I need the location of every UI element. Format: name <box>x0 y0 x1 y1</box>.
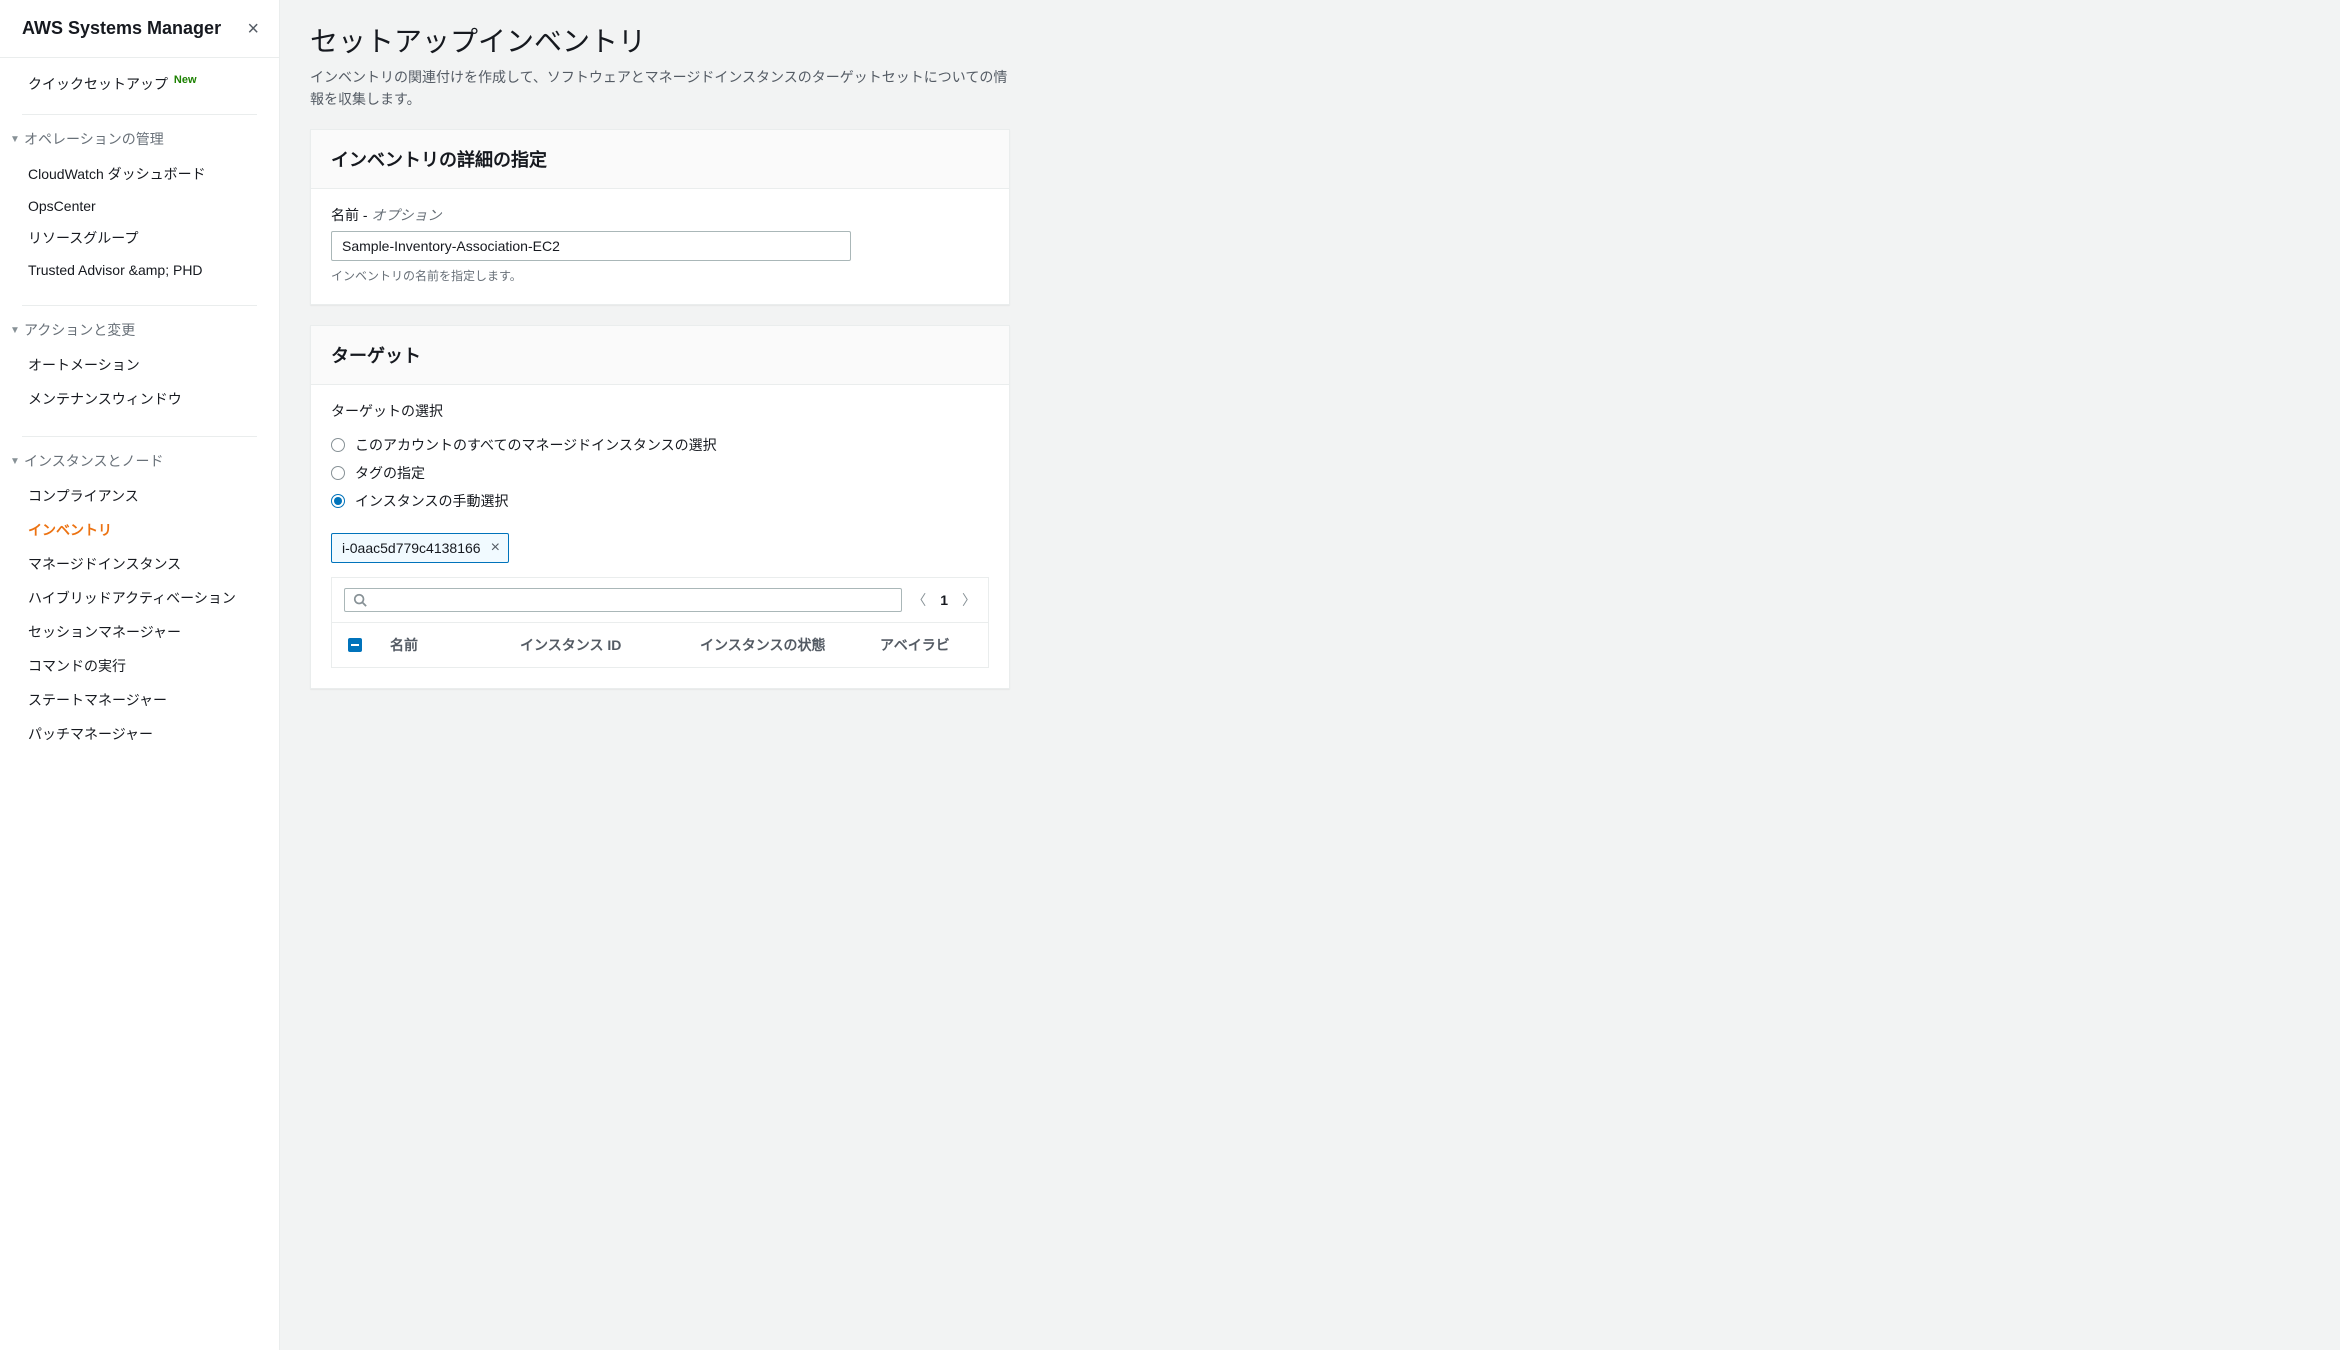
sidebar-item-session-manager[interactable]: セッションマネージャー <box>0 615 279 649</box>
name-field-hint: インベントリの名前を指定します。 <box>331 261 989 284</box>
pager-page-number: 1 <box>940 592 948 608</box>
main-content: セットアップインベントリ インベントリの関連付けを作成して、ソフトウェアとマネー… <box>280 0 2340 1350</box>
target-radio-group: このアカウントのすべてのマネージドインスタンスの選択 タグの指定 インスタンスの… <box>331 427 989 515</box>
page-title: セットアップインベントリ <box>310 20 1010 66</box>
th-instance-id[interactable]: インスタンス ID <box>508 623 688 667</box>
caret-down-icon: ▼ <box>10 325 24 336</box>
nav-group-label: アクションと変更 <box>24 320 135 340</box>
nav-group-header-ops[interactable]: ▼ オペレーションの管理 <box>0 125 279 157</box>
nav-group-header-instances[interactable]: ▼ インスタンスとノード <box>0 447 279 479</box>
instance-search-input[interactable] <box>344 588 902 612</box>
sidebar-item-patch-manager[interactable]: パッチマネージャー <box>0 717 279 751</box>
sidebar-title: AWS Systems Manager <box>22 18 221 39</box>
nav-group-label: インスタンスとノード <box>24 451 163 471</box>
sidebar-item-run-command[interactable]: コマンドの実行 <box>0 649 279 683</box>
quick-setup-label: クイックセットアップ <box>28 76 168 92</box>
sidebar-item-maintenance-window[interactable]: メンテナンスウィンドウ <box>0 382 279 416</box>
panel-targets: ターゲット ターゲットの選択 このアカウントのすべてのマネージドインスタンスの選… <box>310 325 1010 689</box>
th-name[interactable]: 名前 <box>378 623 508 667</box>
instance-table-header: 名前 インスタンス ID インスタンスの状態 アベイラビ <box>332 622 988 667</box>
sidebar-header: AWS Systems Manager × <box>0 0 279 58</box>
indeterminate-check-icon <box>348 638 362 652</box>
radio-icon <box>331 494 345 508</box>
pager-prev-icon[interactable]: 〈 <box>912 590 926 610</box>
nav-group-label: オペレーションの管理 <box>24 129 164 149</box>
radio-manual-instance[interactable]: インスタンスの手動選択 <box>331 487 989 515</box>
panel-inventory-details: インベントリの詳細の指定 名前 - オプション インベントリの名前を指定します。 <box>310 129 1010 305</box>
sidebar-item-cloudwatch[interactable]: CloudWatch ダッシュボード <box>0 157 279 191</box>
sidebar-item-opscenter[interactable]: OpsCenter <box>0 191 279 221</box>
remove-token-icon[interactable]: × <box>491 540 500 556</box>
search-icon <box>353 593 367 607</box>
th-availability[interactable]: アベイラビ <box>868 623 988 667</box>
sidebar-item-hybrid-activation[interactable]: ハイブリッドアクティベーション <box>0 581 279 615</box>
radio-label: タグの指定 <box>355 463 425 483</box>
radio-label: このアカウントのすべてのマネージドインスタンスの選択 <box>355 435 717 455</box>
sidebar-item-compliance[interactable]: コンプライアンス <box>0 479 279 513</box>
sidebar-item-managed-instances[interactable]: マネージドインスタンス <box>0 547 279 581</box>
radio-specify-tag[interactable]: タグの指定 <box>331 459 989 487</box>
name-optional-text: オプション <box>371 207 441 223</box>
name-field-label: 名前 - オプション <box>331 205 989 231</box>
instance-table: 〈 1 〉 名前 インスタンス ID インスタンスの状態 アベイラビ <box>331 577 989 668</box>
target-select-label: ターゲットの選択 <box>331 401 989 427</box>
radio-label: インスタンスの手動選択 <box>355 491 508 511</box>
page-description: インベントリの関連付けを作成して、ソフトウェアとマネージドインスタンスのターゲッ… <box>310 66 1010 129</box>
sidebar-item-resource-groups[interactable]: リソースグループ <box>0 221 279 255</box>
sidebar-item-trusted-advisor[interactable]: Trusted Advisor &amp; PHD <box>0 255 279 285</box>
nav-group-header-actions[interactable]: ▼ アクションと変更 <box>0 316 279 348</box>
caret-down-icon: ▼ <box>10 134 24 145</box>
radio-icon <box>331 438 345 452</box>
instance-token-label: i-0aac5d779c4138166 <box>342 540 481 556</box>
pager: 〈 1 〉 <box>912 590 976 610</box>
instance-table-toolbar: 〈 1 〉 <box>332 578 988 622</box>
nav-group-instances: ▼ インスタンスとノード コンプライアンス インベントリ マネージドインスタンス… <box>0 426 279 761</box>
th-instance-state[interactable]: インスタンスの状態 <box>688 623 868 667</box>
new-badge: New <box>174 74 197 86</box>
sidebar-item-quick-setup[interactable]: クイックセットアップ New <box>0 58 279 104</box>
select-all-checkbox[interactable] <box>332 626 378 664</box>
name-label-text: 名前 - <box>331 207 371 223</box>
nav-group-actions: ▼ アクションと変更 オートメーション メンテナンスウィンドウ <box>0 295 279 426</box>
pager-next-icon[interactable]: 〉 <box>962 590 976 610</box>
inventory-name-input[interactable] <box>331 231 851 261</box>
panel-header-targets: ターゲット <box>311 326 1009 385</box>
caret-down-icon: ▼ <box>10 456 24 467</box>
nav-group-ops: ▼ オペレーションの管理 CloudWatch ダッシュボード OpsCente… <box>0 104 279 295</box>
radio-icon <box>331 466 345 480</box>
close-icon[interactable]: × <box>247 19 259 39</box>
sidebar-item-automation[interactable]: オートメーション <box>0 348 279 382</box>
sidebar-item-inventory[interactable]: インベントリ <box>0 513 279 547</box>
instance-token[interactable]: i-0aac5d779c4138166 × <box>331 533 509 563</box>
panel-header-details: インベントリの詳細の指定 <box>311 130 1009 189</box>
sidebar: AWS Systems Manager × クイックセットアップ New ▼ オ… <box>0 0 280 1350</box>
sidebar-item-state-manager[interactable]: ステートマネージャー <box>0 683 279 717</box>
radio-all-managed[interactable]: このアカウントのすべてのマネージドインスタンスの選択 <box>331 431 989 459</box>
